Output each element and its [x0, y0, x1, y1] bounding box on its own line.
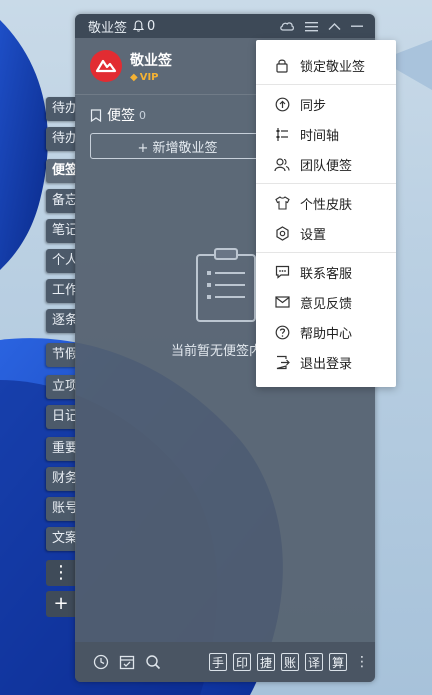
more-tools-icon[interactable]: ⋮: [355, 654, 369, 670]
vip-label: VIP: [139, 71, 159, 83]
quick-tools: 手 印 捷 账 译 算 ⋮: [209, 653, 375, 671]
sidebar-tab[interactable]: 待办: [46, 127, 76, 151]
menu-item-lock[interactable]: 锁定敬业签: [256, 50, 396, 80]
main-dropdown-menu: 锁定敬业签 同步 时间轴 团队便签 个性皮肤 设置 联系客服 意见反馈 帮助中心…: [256, 40, 396, 387]
more-categories-button[interactable]: ⋮: [46, 560, 76, 586]
menu-item-label: 退出登录: [300, 356, 353, 372]
sidebar-tab[interactable]: 财务: [46, 467, 76, 491]
sidebar-tab[interactable]: 账号: [46, 497, 76, 521]
sidebar-tab[interactable]: 节假: [46, 343, 76, 367]
collapse-icon[interactable]: [328, 22, 341, 31]
sidebar-tab[interactable]: 重要: [46, 437, 76, 461]
sidebar-tab[interactable]: 备忘: [46, 189, 76, 213]
tool-chip-translate[interactable]: 译: [305, 653, 323, 671]
tool-chip-print[interactable]: 印: [233, 653, 251, 671]
menu-item-label: 锁定敬业签: [300, 59, 366, 75]
mail-icon: [274, 294, 290, 310]
sidebar-tab[interactable]: 笔记: [46, 219, 76, 243]
sidebar-tab[interactable]: 便签: [46, 159, 76, 183]
sidebar-tab[interactable]: 逐条: [46, 309, 76, 333]
menu-item-skin[interactable]: 个性皮肤: [256, 188, 396, 218]
menu-item-settings[interactable]: 设置: [256, 218, 396, 248]
menu-divider: [256, 252, 396, 253]
tool-chip-shortcut[interactable]: 捷: [257, 653, 275, 671]
bell-icon: [133, 20, 145, 32]
user-name: 敬业签: [130, 52, 172, 69]
menu-item-team[interactable]: 团队便签: [256, 149, 396, 179]
menu-item-timeline[interactable]: 时间轴: [256, 119, 396, 149]
bookmark-icon: [90, 108, 102, 122]
title-bar: 敬业签 0: [75, 14, 375, 38]
menu-item-label: 团队便签: [300, 158, 353, 174]
diamond-icon: ◆: [130, 71, 138, 83]
sidebar-tab[interactable]: 个人: [46, 249, 76, 273]
sidebar-tab[interactable]: 文案: [46, 527, 76, 551]
search-icon[interactable]: [145, 654, 161, 670]
notification-indicator[interactable]: 0: [133, 19, 155, 34]
lock-icon: [274, 57, 290, 73]
sidebar-tab[interactable]: 立项: [46, 375, 76, 399]
gear-icon: [274, 225, 290, 241]
tool-chip-account[interactable]: 账: [281, 653, 299, 671]
app-logo-icon: [95, 59, 117, 73]
vip-badge: ◆ VIP: [130, 72, 172, 83]
menu-item-support[interactable]: 联系客服: [256, 257, 396, 287]
menu-divider: [256, 84, 396, 85]
app-title: 敬业签: [88, 20, 128, 36]
add-category-button[interactable]: +: [46, 591, 76, 617]
calendar-check-icon[interactable]: [119, 654, 135, 670]
menu-item-label: 联系客服: [300, 266, 353, 282]
skin-icon: [274, 195, 290, 211]
menu-item-label: 同步: [300, 98, 327, 114]
section-count: 0: [139, 108, 146, 122]
sync-icon: [274, 96, 290, 112]
cloud-sync-icon[interactable]: [279, 20, 295, 32]
notification-count: 0: [147, 18, 156, 34]
menu-item-label: 设置: [300, 227, 327, 243]
empty-clipboard-icon: [196, 248, 256, 322]
tool-chip-calc[interactable]: 算: [329, 653, 347, 671]
menu-item-label: 意见反馈: [300, 296, 353, 312]
menu-icon[interactable]: [305, 21, 318, 32]
add-note-button[interactable]: + 新增敬业签: [90, 133, 265, 159]
menu-item-label: 个性皮肤: [300, 197, 353, 213]
sidebar-tab[interactable]: 工作: [46, 279, 76, 303]
help-icon: [274, 324, 290, 340]
menu-divider: [256, 183, 396, 184]
section-title: 便签: [107, 108, 135, 124]
menu-item-help[interactable]: 帮助中心: [256, 317, 396, 347]
menu-item-label: 时间轴: [300, 128, 340, 144]
clock-icon[interactable]: [93, 654, 109, 670]
minimize-icon[interactable]: [351, 24, 363, 28]
team-icon: [274, 156, 290, 172]
menu-item-feedback[interactable]: 意见反馈: [256, 287, 396, 317]
sidebar-tab[interactable]: 待办: [46, 97, 76, 121]
menu-item-label: 帮助中心: [300, 326, 353, 342]
bottom-toolbar: 手 印 捷 账 译 算 ⋮: [75, 642, 375, 682]
chat-icon: [274, 264, 290, 280]
logout-icon: [274, 354, 290, 370]
menu-item-logout[interactable]: 退出登录: [256, 347, 396, 377]
avatar[interactable]: [90, 50, 122, 82]
timeline-icon: [274, 126, 290, 142]
sidebar-tab[interactable]: 日记: [46, 405, 76, 429]
tool-chip-hand[interactable]: 手: [209, 653, 227, 671]
menu-item-sync[interactable]: 同步: [256, 89, 396, 119]
